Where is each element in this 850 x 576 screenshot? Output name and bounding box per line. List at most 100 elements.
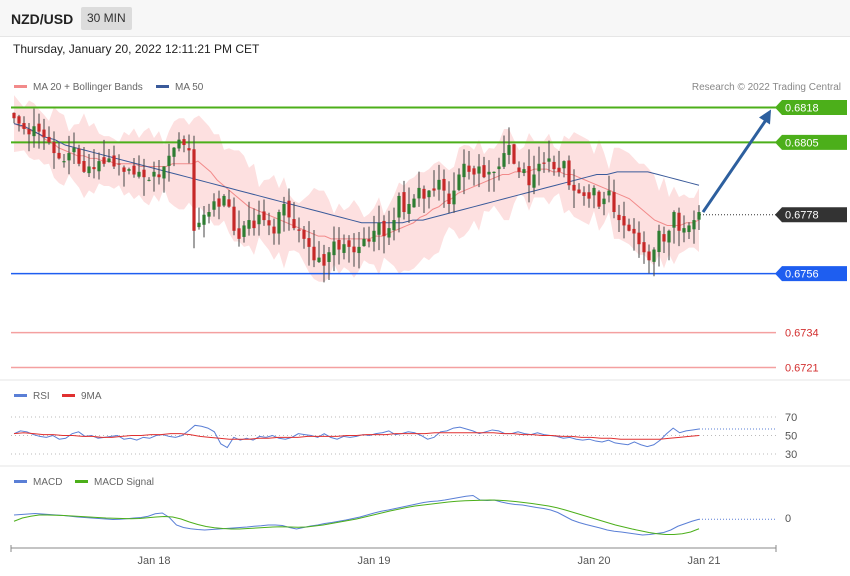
candle-body bbox=[182, 139, 186, 146]
candle-body bbox=[417, 187, 421, 199]
time-tick-label: Jan 19 bbox=[357, 555, 390, 567]
level-label-0.6818: 0.6818 bbox=[785, 103, 819, 115]
candle-body bbox=[427, 190, 431, 198]
candle-body bbox=[342, 244, 346, 253]
candle-body bbox=[502, 153, 506, 167]
candle-body bbox=[72, 147, 76, 153]
chart-svg: MA 20 + Bollinger Bands MA 50 Research ©… bbox=[0, 82, 850, 567]
candle-body bbox=[82, 160, 86, 172]
candle-body bbox=[142, 169, 146, 178]
candle-body bbox=[587, 192, 591, 199]
candle-body bbox=[127, 169, 131, 171]
legend-ma20-swatch bbox=[14, 85, 27, 88]
candle-body bbox=[487, 171, 491, 175]
candle-body bbox=[672, 212, 676, 228]
candle-body bbox=[157, 174, 161, 178]
forecast-arrow bbox=[701, 109, 771, 213]
legend-macd-signal-label: MACD Signal bbox=[94, 477, 154, 488]
time-tick-label: Jan 18 bbox=[137, 555, 170, 567]
candle-body bbox=[212, 201, 216, 210]
candle-body bbox=[207, 212, 211, 217]
candle-body bbox=[472, 168, 476, 175]
candle-body bbox=[667, 230, 671, 243]
candle-body bbox=[332, 241, 336, 256]
candle-body bbox=[662, 234, 666, 242]
chart-header: NZD/USD 30 MIN bbox=[0, 0, 850, 37]
candle-body bbox=[617, 214, 621, 221]
price-level-labels: 0.6818 0.6805 0.6778 0.6756 0.6734 0.6721 bbox=[775, 100, 847, 375]
candle-body bbox=[137, 171, 141, 177]
candle-body bbox=[437, 179, 441, 190]
candle-body bbox=[277, 212, 281, 234]
candle-body bbox=[47, 136, 51, 143]
rsi-tick-70: 70 bbox=[785, 412, 797, 424]
candle-body bbox=[542, 162, 546, 164]
candle-body bbox=[282, 203, 286, 216]
candle-body bbox=[22, 123, 26, 129]
candle-body bbox=[407, 203, 411, 214]
candle-body bbox=[697, 212, 701, 220]
macd-panel: 0 bbox=[13, 494, 791, 536]
candle-body bbox=[97, 161, 101, 172]
candle-body bbox=[42, 129, 46, 137]
candle-body bbox=[187, 148, 191, 151]
candle-body bbox=[312, 246, 316, 261]
candle-body bbox=[432, 188, 436, 191]
interval-button[interactable]: 30 MIN bbox=[81, 7, 132, 30]
candle-body bbox=[572, 184, 576, 191]
candle-body bbox=[132, 165, 136, 175]
candle-body bbox=[77, 148, 81, 164]
candle-body bbox=[377, 222, 381, 235]
candle-body bbox=[177, 139, 181, 149]
candle-body bbox=[17, 116, 21, 124]
candle-body bbox=[522, 169, 526, 173]
candle bbox=[192, 135, 196, 249]
macd-line bbox=[13, 494, 700, 536]
candle-body bbox=[352, 246, 356, 253]
candle-body bbox=[87, 166, 91, 174]
chart-window: NZD/USD 30 MIN Thursday, January 20, 202… bbox=[0, 0, 850, 576]
candle-body bbox=[12, 112, 16, 119]
candle-body bbox=[562, 161, 566, 169]
candle-body bbox=[117, 163, 121, 165]
time-tick-label: Jan 20 bbox=[577, 555, 610, 567]
legend-ma20-label: MA 20 + Bollinger Bands bbox=[33, 82, 143, 93]
candle-body bbox=[507, 145, 511, 155]
legend-rsi-swatch bbox=[14, 394, 27, 397]
candle-body bbox=[677, 212, 681, 231]
candle-body bbox=[622, 216, 626, 226]
forecast-arrow-line bbox=[701, 117, 769, 213]
candle-body bbox=[602, 198, 606, 205]
candle-body bbox=[557, 167, 561, 172]
candle-body bbox=[382, 220, 386, 237]
candle-body bbox=[497, 166, 501, 170]
candle-body bbox=[442, 178, 446, 191]
chart-area: Thursday, January 20, 2022 12:11:21 PM C… bbox=[0, 37, 850, 576]
candle-body bbox=[257, 214, 261, 225]
candle-body bbox=[337, 239, 341, 250]
candle-body bbox=[397, 195, 401, 218]
rsi-panel: 70 50 30 bbox=[11, 412, 797, 461]
time-tick-label: Jan 21 bbox=[687, 555, 720, 567]
bollinger-band-area bbox=[14, 95, 699, 282]
level-label-0.6756: 0.6756 bbox=[785, 269, 819, 281]
candle-body bbox=[462, 163, 466, 178]
candle-body bbox=[37, 123, 41, 132]
level-label-0.6721: 0.6721 bbox=[785, 363, 819, 375]
candle-body bbox=[547, 158, 551, 162]
candle-body bbox=[527, 166, 531, 186]
candle-body bbox=[627, 224, 631, 231]
candle-body bbox=[347, 240, 351, 247]
candle-body bbox=[172, 147, 176, 157]
legend-ma50-swatch bbox=[156, 85, 169, 88]
candle bbox=[567, 155, 571, 190]
candle-body bbox=[517, 167, 521, 172]
candle-body bbox=[512, 144, 516, 164]
candle-body bbox=[292, 219, 296, 229]
candle-body bbox=[322, 254, 326, 266]
time-axis: Jan 18 Jan 19 Jan 20 Jan 21 bbox=[10, 545, 777, 567]
candle bbox=[597, 190, 601, 209]
candle-body bbox=[477, 166, 481, 174]
candle-body bbox=[532, 174, 536, 188]
candle-body bbox=[632, 228, 636, 234]
